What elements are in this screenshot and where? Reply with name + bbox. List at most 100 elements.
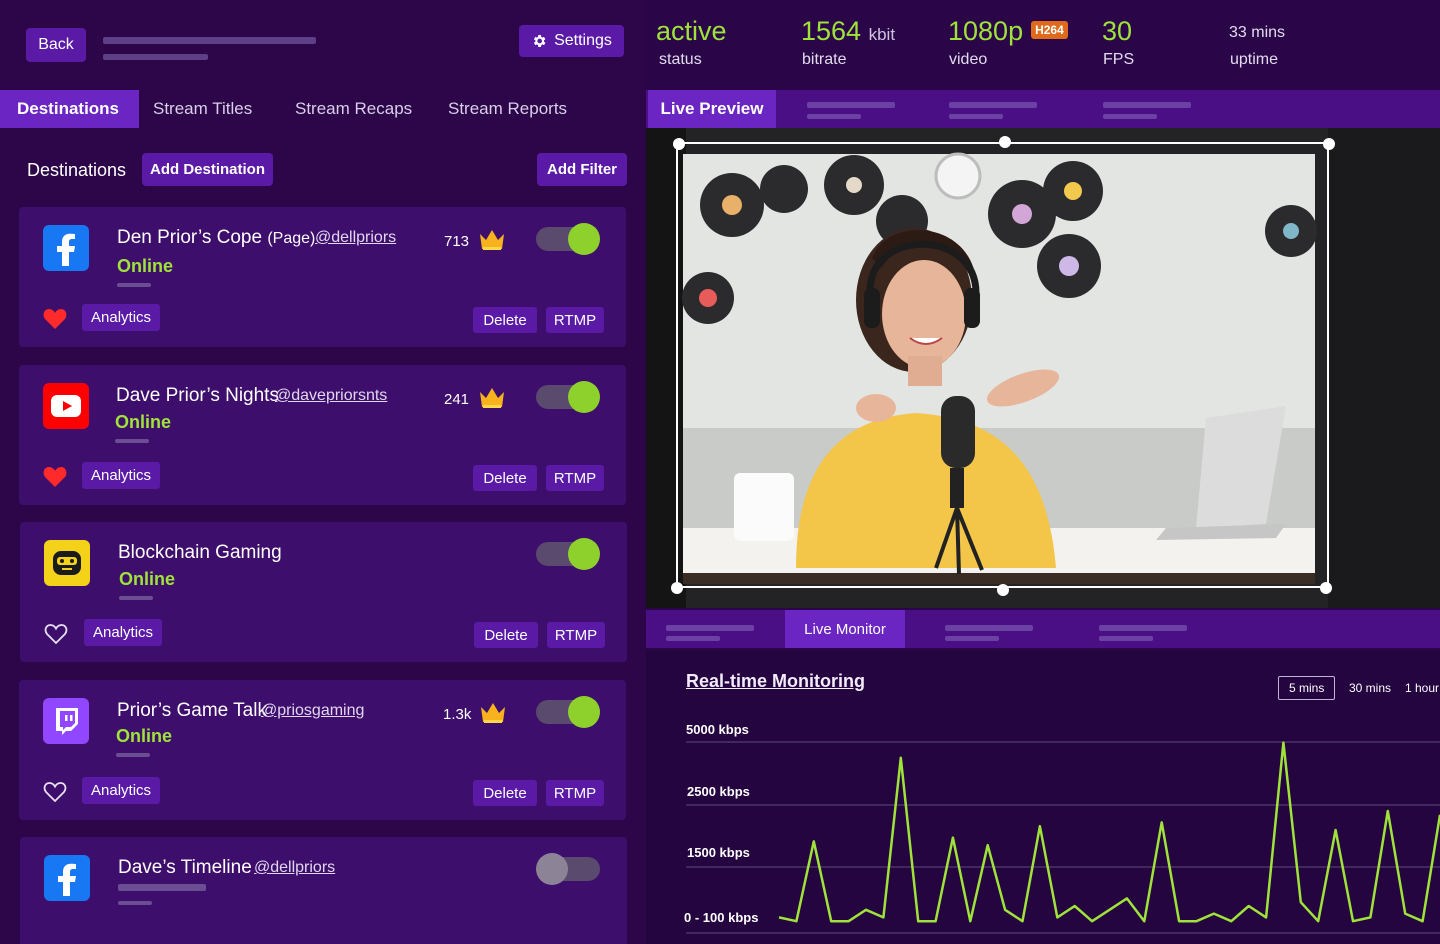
status-value: active [656, 16, 727, 46]
tab-live-preview[interactable]: Live Preview [648, 90, 776, 128]
tab-placeholder[interactable] [666, 625, 754, 631]
analytics-button[interactable]: Analytics [82, 462, 161, 489]
delete-button[interactable]: Delete [473, 307, 537, 333]
tab-placeholder[interactable] [807, 102, 895, 108]
heart-filled-icon[interactable] [43, 308, 67, 330]
fps-value: 30 [1102, 16, 1133, 46]
destinations-heading: Destinations [27, 160, 127, 180]
enable-toggle[interactable] [536, 696, 600, 728]
tab-stream-reports[interactable]: Stream Reports [448, 90, 567, 128]
placeholder-line [118, 901, 152, 905]
gear-icon [534, 35, 546, 47]
destination-name: Dave’s Timeline [118, 857, 252, 878]
add-destination-button[interactable]: Add Destination [142, 153, 273, 186]
analytics-button[interactable]: Analytics [84, 619, 163, 646]
rtmp-button[interactable]: RTMP [546, 465, 604, 491]
delete-button[interactable]: Delete [473, 780, 537, 806]
destination-card: Dave’s Timeline @dellpriors [20, 837, 627, 944]
heart-filled-icon[interactable] [43, 466, 67, 488]
tab-placeholder [807, 114, 861, 119]
destinations-panel: Back Settings Destinations Stream Titles… [0, 0, 646, 944]
destination-card: Den Prior’s Cope (Page) @dellpriors Onli… [19, 207, 626, 347]
preview-tab-bar: Live Preview [646, 90, 1440, 128]
heart-outline-icon[interactable] [44, 623, 68, 645]
add-filter-button[interactable]: Add Filter [537, 153, 627, 186]
rtmp-button[interactable]: RTMP [546, 780, 604, 806]
destination-handle[interactable]: @davepriorsnts [275, 387, 387, 405]
status-online: Online [116, 726, 173, 746]
uptime-value: 33 mins [1229, 24, 1286, 41]
tab-placeholder [949, 114, 1003, 119]
placeholder-line [119, 596, 153, 600]
facebook-icon [44, 855, 90, 901]
status-online: Online [115, 412, 172, 432]
youtube-icon [43, 383, 89, 429]
bitrate-value: 1564 kbit [801, 16, 896, 46]
tab-stream-titles[interactable]: Stream Titles [153, 90, 252, 128]
destination-name: Dave Prior’s Nights [116, 385, 279, 406]
crown-icon [480, 230, 504, 250]
enable-toggle[interactable] [536, 853, 600, 885]
video-label: video [949, 51, 988, 68]
tab-placeholder[interactable] [1103, 102, 1191, 108]
placeholder-line [116, 753, 150, 757]
placeholder-line [115, 439, 149, 443]
destination-handle[interactable]: @priosgaming [261, 702, 364, 720]
destination-handle[interactable]: @dellpriors [315, 229, 396, 247]
bitrate-series-line [778, 741, 1440, 923]
delete-button[interactable]: Delete [474, 622, 538, 648]
tab-placeholder [1103, 114, 1157, 119]
destination-card: Dave Prior’s Nights @davepriorsnts Onlin… [19, 365, 626, 505]
crown-icon [480, 388, 504, 408]
destination-handle[interactable]: @dellpriors [254, 859, 335, 877]
monitor-tab-bar: Live Monitor [646, 610, 1440, 648]
rtmp-button[interactable]: RTMP [546, 307, 604, 333]
enable-toggle[interactable] [536, 381, 600, 413]
tab-placeholder[interactable] [1099, 625, 1187, 631]
video-value: 1080p H264 [948, 16, 1068, 47]
tab-placeholder[interactable] [949, 102, 1037, 108]
rtmp-button[interactable]: RTMP [547, 622, 605, 648]
facebook-icon [43, 225, 89, 271]
tab-placeholder [1099, 636, 1153, 641]
delete-button[interactable]: Delete [473, 465, 537, 491]
stream-video-frame [646, 128, 1440, 608]
analytics-button[interactable]: Analytics [82, 304, 161, 331]
status-placeholder [118, 884, 206, 891]
viewer-count: 1.3k [443, 706, 472, 723]
destination-card: Blockchain Gaming Online Analytics Delet… [20, 522, 627, 662]
stream-panel: active status 1564 kbit bitrate 1080p H26… [646, 0, 1440, 944]
viewer-count: 241 [444, 391, 470, 408]
destination-name: Blockchain Gaming [118, 542, 282, 563]
bitrate-label: bitrate [802, 51, 847, 68]
bitrate-chart [686, 741, 1440, 934]
live-preview[interactable] [646, 128, 1440, 608]
settings-button[interactable]: Settings [519, 25, 624, 57]
analytics-button[interactable]: Analytics [82, 777, 161, 804]
blockchain-gaming-icon [44, 540, 90, 586]
realtime-monitor: Real-time Monitoring 5 mins 30 mins 1 ho… [646, 650, 1440, 944]
status-online: Online [117, 256, 174, 276]
status-label: status [659, 51, 702, 68]
tab-stream-recaps[interactable]: Stream Recaps [295, 90, 412, 128]
settings-label: Settings [554, 32, 612, 49]
back-button[interactable]: Back [26, 28, 86, 62]
tab-placeholder [666, 636, 720, 641]
tab-live-monitor[interactable]: Live Monitor [785, 610, 905, 648]
status-online: Online [119, 569, 176, 589]
enable-toggle[interactable] [536, 538, 600, 570]
heart-outline-icon[interactable] [43, 781, 67, 803]
left-tab-bar: Destinations Stream Titles Stream Recaps… [0, 90, 646, 128]
viewer-count: 713 [444, 233, 470, 250]
subtitle-placeholder [103, 54, 208, 60]
destination-card: Prior’s Game Talk @priosgaming Online 1.… [19, 680, 626, 820]
enable-toggle[interactable] [536, 223, 600, 255]
tab-destinations[interactable]: Destinations [0, 90, 140, 128]
tab-placeholder [945, 636, 999, 641]
title-placeholder [103, 37, 316, 44]
destination-name: Den Prior’s Cope (Page) [117, 227, 316, 248]
tab-placeholder[interactable] [945, 625, 1033, 631]
crown-icon [481, 703, 505, 723]
twitch-icon [43, 698, 89, 744]
uptime-label: uptime [1230, 51, 1279, 68]
